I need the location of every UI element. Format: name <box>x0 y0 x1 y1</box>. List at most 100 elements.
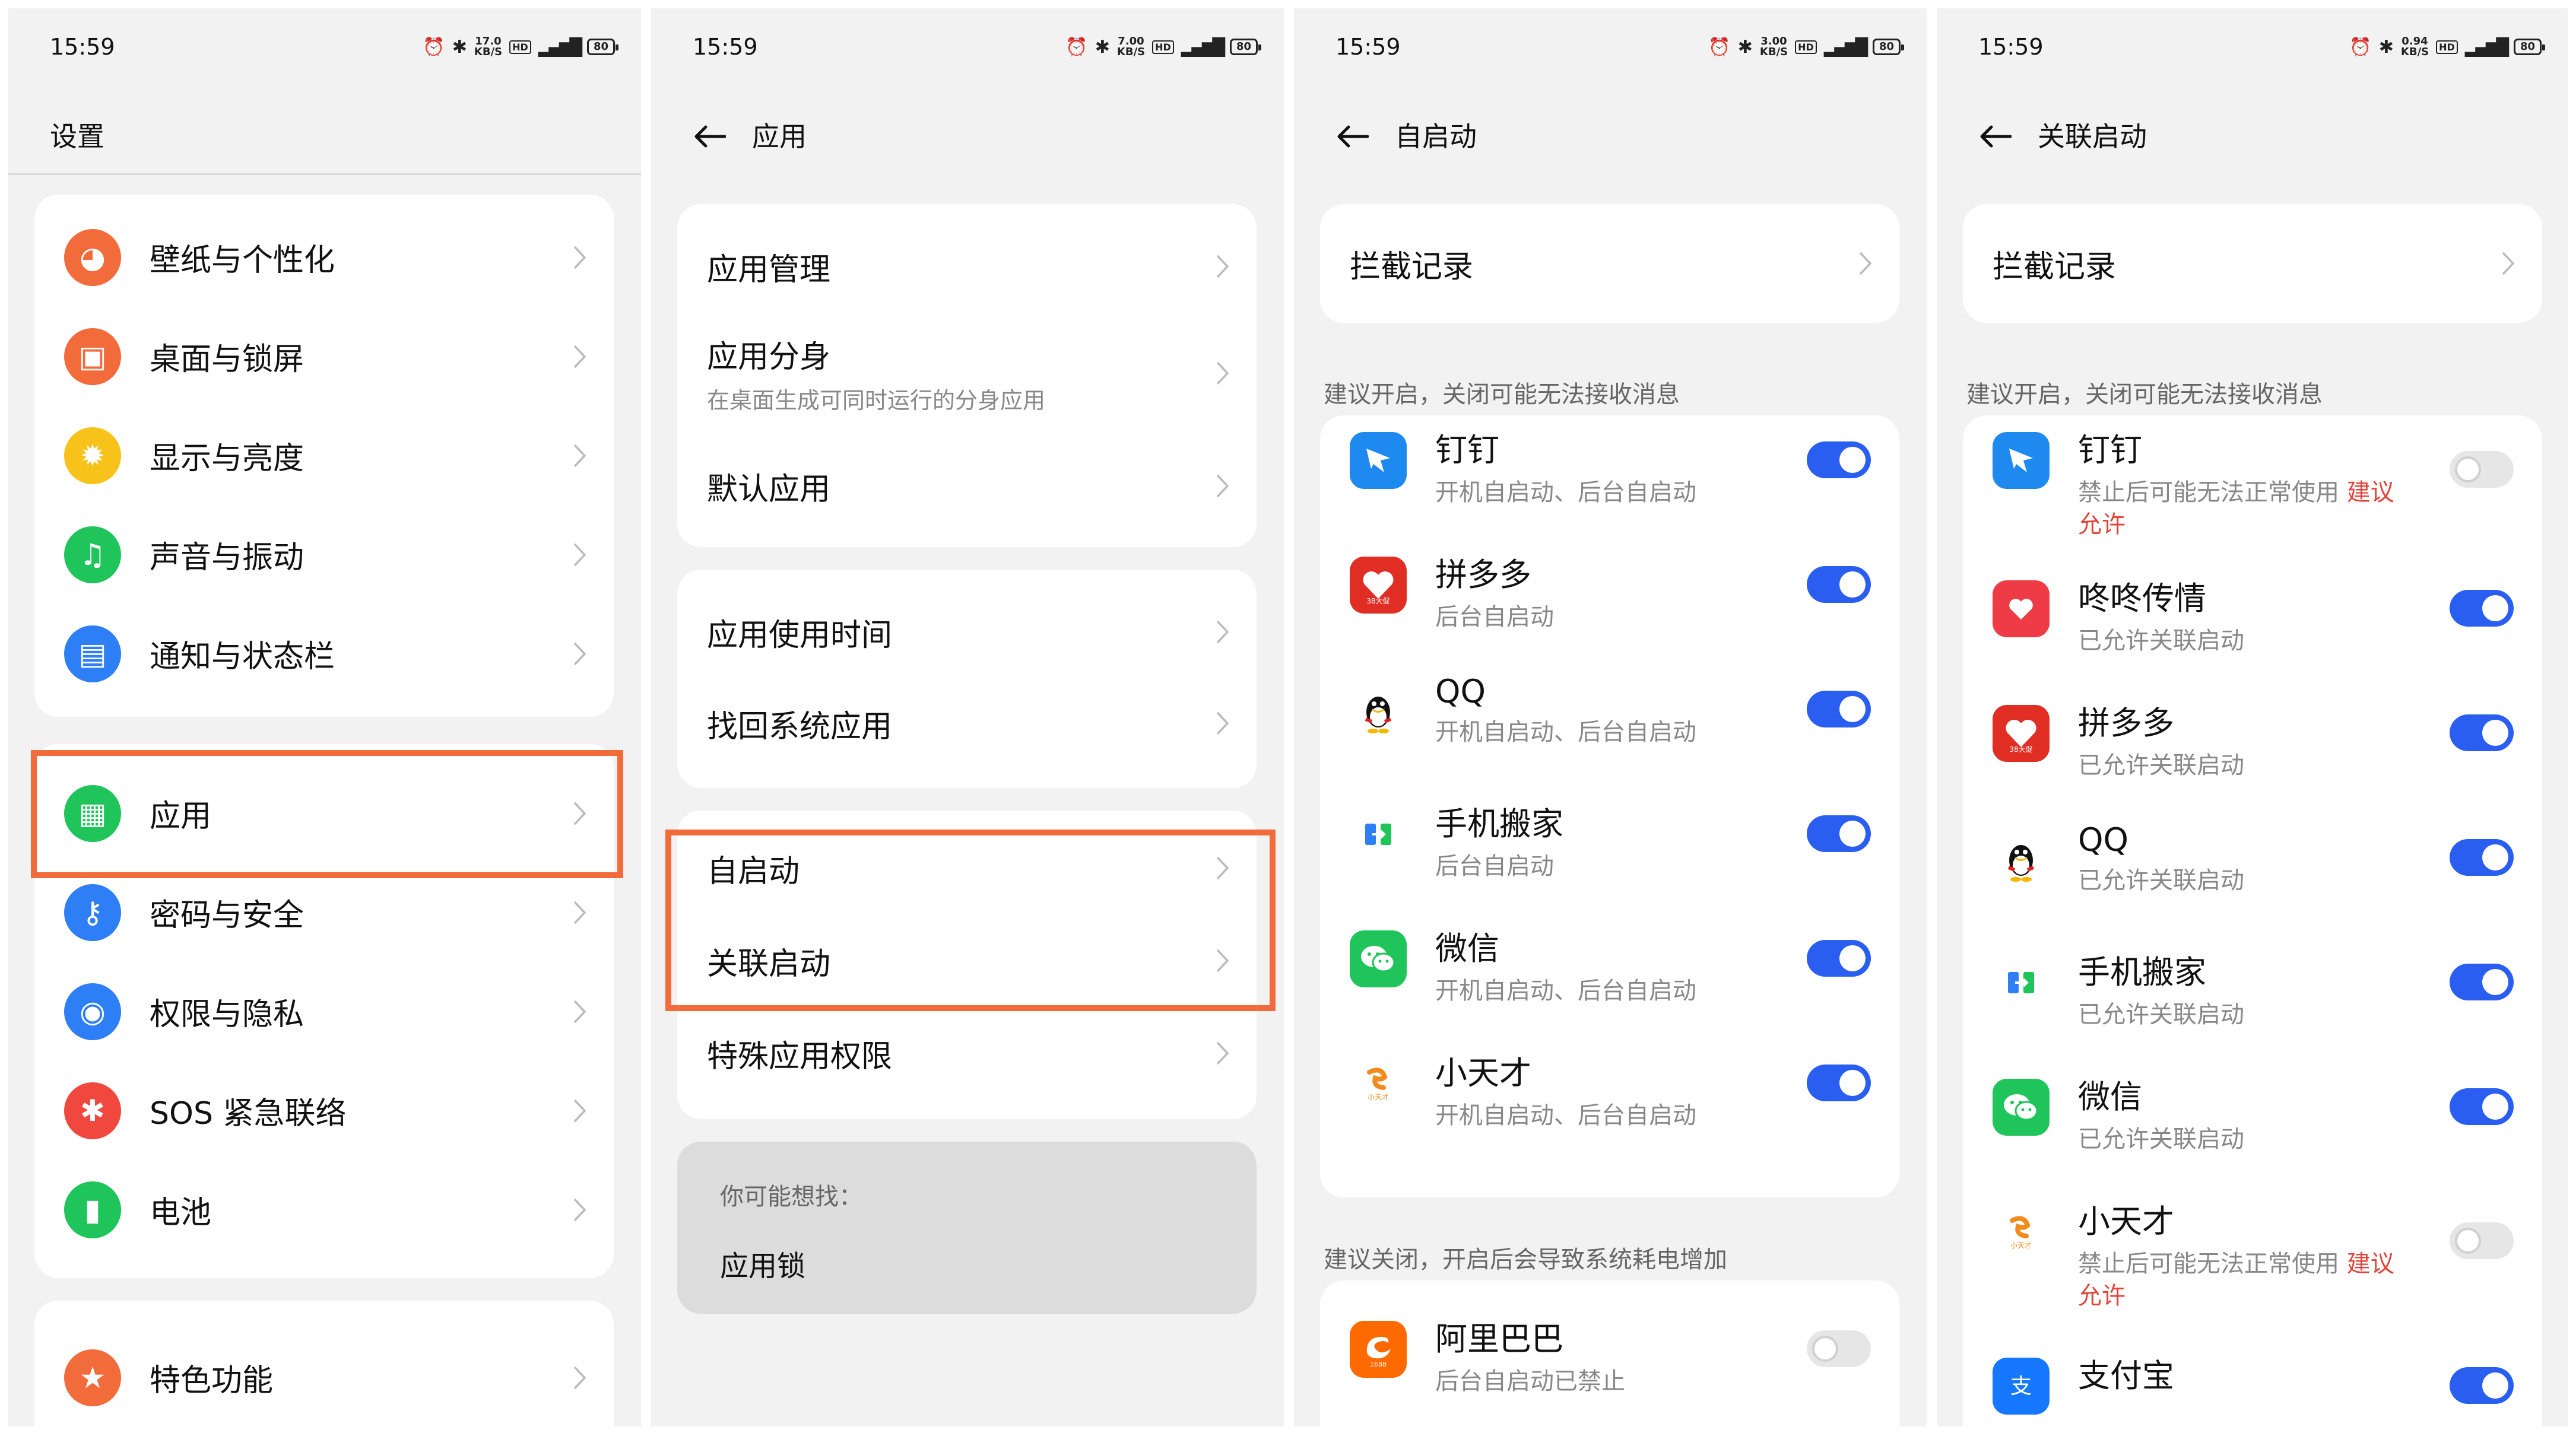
chevron-right-icon <box>573 642 586 666</box>
app-toggle-switch[interactable] <box>2450 590 2514 627</box>
app-toggle-switch[interactable] <box>1807 940 1871 977</box>
status-time: 15:59 <box>1978 34 2044 60</box>
settings-item-battery[interactable]: ▮ 电池 <box>34 1160 614 1259</box>
app-toggle-switch[interactable] <box>2450 714 2514 751</box>
status-time: 15:59 <box>693 34 758 60</box>
app-status-main: 已允许关联启动 <box>2078 752 2244 779</box>
settings-item-privacy[interactable]: ◉ 权限与隐私 <box>34 962 614 1061</box>
app-status-text: 后台自启动 <box>1435 601 1554 633</box>
status-icons: ⏰ ✱ 0.94 KB/S HD ▂▄▆█ 80 <box>2349 36 2546 58</box>
network-speed: 7.00 KB/S <box>1116 35 1146 58</box>
wechat-icon <box>1350 930 1407 987</box>
chevron-right-icon <box>1216 255 1229 278</box>
page-title: 关联启动 <box>2038 120 2147 152</box>
back-arrow-icon[interactable] <box>1335 123 1369 148</box>
settings-item-sun[interactable]: ✹ 显示与亮度 <box>34 406 614 505</box>
app-toggle-switch[interactable] <box>1807 566 1871 603</box>
app-toggle-switch[interactable] <box>2450 1367 2514 1404</box>
page-title: 应用 <box>752 120 807 152</box>
qq-icon <box>1350 681 1407 738</box>
apps-menu-item[interactable]: 应用管理 <box>677 222 1257 311</box>
apps-menu-label: 应用使用时间 <box>707 617 893 653</box>
highlight-box <box>665 830 1276 1011</box>
signal-icon: ▂▄▆█ <box>2464 37 2509 57</box>
settings-item-notification[interactable]: ▤ 通知与状态栏 <box>34 604 614 703</box>
settings-item-bell[interactable]: ♫ 声音与振动 <box>34 505 614 604</box>
app-name: 小天才 <box>1435 1054 1531 1092</box>
settings-item-label: 密码与安全 <box>150 898 304 933</box>
app-toggle-switch[interactable] <box>1807 441 1871 478</box>
status-time: 15:59 <box>50 34 115 60</box>
back-arrow-icon[interactable] <box>693 123 727 148</box>
settings-item-sos[interactable]: ✱ SOS 紧急联络 <box>34 1061 614 1160</box>
app-row: 咚咚传情 已允许关联启动 <box>1963 564 2542 676</box>
autostart-list-off: 1688 阿里巴巴 后台自启动已禁止 <box>1320 1281 1899 1426</box>
signal-icon: ▂▄▆█ <box>538 37 582 57</box>
highlight-box <box>31 750 623 878</box>
chevron-right-icon <box>1216 474 1229 498</box>
app-status-suggest: 建议 <box>2346 479 2394 506</box>
sos-icon: ✱ <box>64 1082 121 1139</box>
app-name: 小天才 <box>2078 1203 2174 1240</box>
battery-indicator: 80 <box>2513 39 2546 55</box>
page-title-bar: 设置 <box>50 115 104 154</box>
app-name: 咚咚传情 <box>2078 580 2206 617</box>
app-row: 手机搬家 后台自启动 <box>1320 789 1899 902</box>
intercept-record-card[interactable]: 拦截记录 <box>1320 204 1899 323</box>
apps-menu-item[interactable]: 应用分身 在桌面生成可同时运行的分身应用 <box>677 311 1257 436</box>
app-toggle-switch[interactable] <box>2450 1222 2514 1259</box>
app-row: 38大促 拼多多 后台自启动 <box>1320 540 1899 653</box>
app-toggle-switch[interactable] <box>1807 815 1871 852</box>
suggestion-app-lock[interactable]: 应用锁 <box>720 1243 805 1284</box>
settings-item-palette[interactable]: ◕ 壁纸与个性化 <box>34 208 614 307</box>
app-status-main: 开机自启动、后台自启动 <box>1435 719 1696 746</box>
app-status-suggest: 允许 <box>2078 511 2125 538</box>
suggestion-title: 你可能想找： <box>720 1183 862 1210</box>
status-icons: ⏰ ✱ 7.00 KB/S HD ▂▄▆█ 80 <box>1065 35 1262 58</box>
app-toggle-switch[interactable] <box>2450 839 2514 876</box>
app-toggle-switch[interactable] <box>2450 1088 2514 1125</box>
app-status-text: 已允许关联启动 <box>2078 999 2244 1031</box>
app-status-main: 后台自启动 <box>1435 603 1554 631</box>
app-status-suggest: 允许 <box>2078 1282 2125 1310</box>
apps-menu-item[interactable]: 默认应用 <box>677 441 1257 530</box>
apps-menu-item[interactable]: 找回系统应用 <box>677 679 1257 768</box>
settings-item-star[interactable]: ★ 特色功能 <box>34 1328 614 1426</box>
status-time: 15:59 <box>1335 34 1401 60</box>
app-text: 支付宝 <box>2078 1349 2174 1396</box>
app-toggle-switch[interactable] <box>1807 1065 1871 1101</box>
svg-text:1688: 1688 <box>1370 1361 1387 1368</box>
back-arrow-icon[interactable] <box>1978 123 2012 148</box>
apps-menu-item[interactable]: 特殊应用权限 <box>677 1009 1257 1098</box>
app-status-text: 已允许关联启动 <box>2078 865 2244 897</box>
app-name: 微信 <box>2078 1078 2142 1116</box>
apps-menu-label: 应用分身 <box>707 339 831 375</box>
chevron-right-icon <box>1216 361 1229 385</box>
settings-item-label: 声音与振动 <box>150 540 304 576</box>
app-row: QQ 开机自启动、后台自启动 <box>1320 665 1899 777</box>
app-name: QQ <box>1435 673 1486 710</box>
app-name: 钉钉 <box>1435 431 1499 469</box>
chevron-right-icon <box>573 444 586 468</box>
chevron-right-icon <box>573 543 586 567</box>
status-bar: 15:59 ⏰ ✱ 0.94 KB/S HD ▂▄▆█ 80 <box>1978 32 2546 62</box>
pinduoduo-icon: 38大促 <box>1993 705 2050 762</box>
apps-group-2: 应用使用时间找回系统应用 <box>677 570 1257 788</box>
app-toggle-switch[interactable] <box>2450 964 2514 1000</box>
wechat-icon <box>1993 1079 2050 1136</box>
apps-menu-item[interactable]: 应用使用时间 <box>677 587 1257 676</box>
intercept-record-card[interactable]: 拦截记录 <box>1963 204 2542 323</box>
app-status-suggest: 建议 <box>2346 1250 2394 1278</box>
app-toggle-switch[interactable] <box>2450 451 2514 488</box>
autostart-list-on: 钉钉开机自启动、后台自启动 38大促 拼多多 后台自启动 QQ 开机自启动、后台自启动 手机… <box>1320 415 1899 1197</box>
app-toggle-switch[interactable] <box>1807 691 1871 727</box>
status-icons: ⏰ ✱ 17.0 KB/S HD ▂▄▆█ 80 <box>423 36 619 58</box>
settings-item-image[interactable]: ▣ 桌面与锁屏 <box>34 307 614 406</box>
app-status-text: 后台自启动已禁止 <box>1435 1365 1625 1397</box>
page-title-bar: 关联启动 <box>1978 115 2147 154</box>
page-title: 自启动 <box>1395 120 1477 152</box>
app-toggle-switch[interactable] <box>1807 1330 1871 1367</box>
apps-menu-label: 应用管理 <box>707 252 831 288</box>
section-hint-recommend-on: 建议开启，关闭可能无法接收消息 <box>1324 381 1680 408</box>
apps-panel: 15:59 ⏰ ✱ 7.00 KB/S HD ▂▄▆█ 80 应用 应用管理应用… <box>651 8 1284 1426</box>
